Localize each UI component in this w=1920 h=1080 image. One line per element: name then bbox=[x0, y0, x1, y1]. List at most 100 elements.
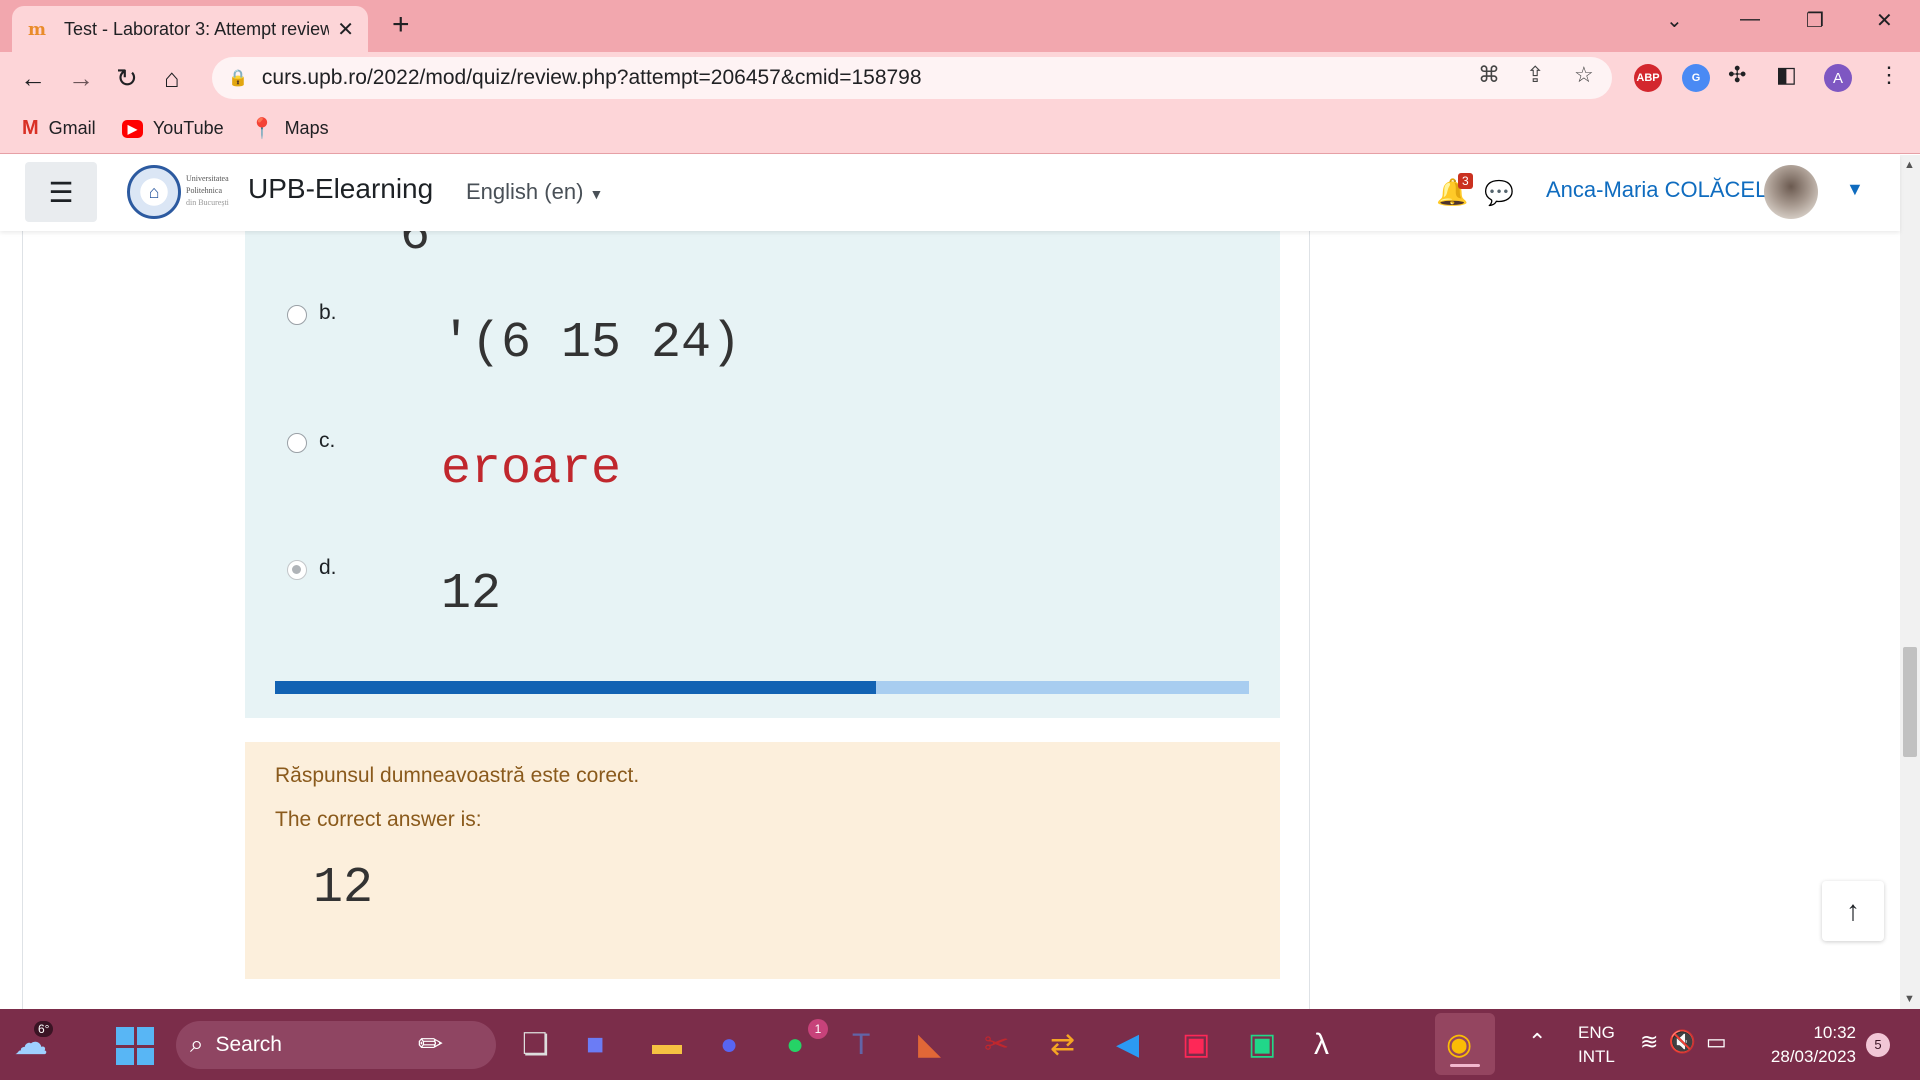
close-window-button[interactable]: ✕ bbox=[1876, 8, 1893, 33]
pycharm-icon[interactable]: ▣ bbox=[1248, 1025, 1276, 1065]
clock-time: 10:32 bbox=[1813, 1023, 1856, 1042]
extensions-puzzle-icon[interactable]: ✣ bbox=[1728, 62, 1746, 88]
address-bar[interactable]: 🔒 curs.upb.ro/2022/mod/quiz/review.php?a… bbox=[212, 57, 1612, 99]
page-scrollbar[interactable]: ▲ ▼ bbox=[1900, 155, 1920, 1009]
teams-chat-icon[interactable]: ■ bbox=[586, 1025, 604, 1065]
language-menu[interactable]: English (en) ▼ bbox=[466, 179, 603, 205]
bookmark-maps[interactable]: 📍 Maps bbox=[250, 116, 329, 141]
battery-icon[interactable]: ▭ bbox=[1706, 1029, 1737, 1054]
messages-chat-icon[interactable]: 💬 bbox=[1484, 179, 1514, 208]
matlab-icon[interactable]: ◣ bbox=[918, 1025, 941, 1065]
option-code: eroare bbox=[441, 441, 622, 498]
windows-start-icon[interactable] bbox=[116, 1027, 154, 1065]
correct-answer-value: 12 bbox=[313, 860, 374, 917]
bookmark-label: Gmail bbox=[48, 118, 96, 138]
tab-search-chevron-icon[interactable]: ⌄ bbox=[1666, 8, 1683, 33]
translate-icon[interactable]: ⌘ bbox=[1478, 62, 1500, 88]
search-icon: ⌕ bbox=[190, 1031, 204, 1058]
network-app-icon[interactable]: ⇄ bbox=[1050, 1025, 1075, 1065]
site-header: ☰ ⌂ Universitatea Politehnica din Bucure… bbox=[0, 155, 1900, 231]
weather-temperature: 6° bbox=[34, 1021, 54, 1037]
task-view-icon[interactable]: ❏ bbox=[522, 1025, 549, 1065]
intellij-icon[interactable]: ▣ bbox=[1182, 1025, 1210, 1065]
share-icon[interactable]: ⇪ bbox=[1526, 62, 1544, 88]
profile-avatar[interactable]: A bbox=[1824, 64, 1852, 92]
logo-text-line: Politehnica bbox=[186, 186, 222, 195]
new-tab-button[interactable]: + bbox=[392, 10, 410, 40]
university-logo-text: Universitatea Politehnica din București bbox=[186, 173, 229, 209]
wifi-icon[interactable]: ≋ bbox=[1640, 1029, 1668, 1054]
browser-tab[interactable]: m Test - Laborator 3: Attempt review ✕ bbox=[12, 6, 368, 52]
language-code: ENG bbox=[1578, 1023, 1615, 1042]
feedback-status: Răspunsul dumneavoastră este corect. bbox=[275, 764, 640, 787]
option-radio[interactable] bbox=[287, 433, 307, 453]
keyboard-layout: INTL bbox=[1578, 1047, 1615, 1066]
site-name[interactable]: UPB-Elearning bbox=[248, 173, 433, 205]
logisim-icon[interactable]: ✂ bbox=[984, 1025, 1009, 1065]
lock-icon[interactable]: 🔒 bbox=[228, 68, 248, 88]
back-to-top-button[interactable]: ↑ bbox=[1822, 881, 1884, 941]
bookmark-star-icon[interactable]: ☆ bbox=[1574, 62, 1594, 88]
option-code: '(6 15 24) bbox=[441, 315, 742, 372]
bookmark-label: YouTube bbox=[152, 118, 224, 138]
moodle-favicon-icon: m bbox=[28, 20, 46, 40]
racket-icon[interactable]: λ bbox=[1314, 1025, 1329, 1065]
option-radio-selected[interactable] bbox=[287, 560, 307, 580]
bookmark-label: Maps bbox=[284, 118, 329, 138]
bookmarks-bar: M Gmail ▶ YouTube 📍 Maps bbox=[0, 104, 1920, 154]
microsoft-teams-icon[interactable]: T bbox=[852, 1025, 870, 1065]
user-name[interactable]: Anca-Maria COLĂCEL bbox=[1546, 177, 1767, 203]
windows-taskbar: ☁ 6° ⌕ Search ✏ ❏ ■ ▬ ● ● 1 T ◣ ✂ ⇄ ◀ ▣ … bbox=[0, 1009, 1920, 1080]
quiz-progress-bar bbox=[275, 681, 1249, 694]
search-highlight-icon[interactable]: ✏ bbox=[418, 1025, 443, 1065]
option-letter: b. bbox=[319, 301, 337, 324]
back-button[interactable]: ← bbox=[20, 62, 46, 94]
previous-option-text: 6 bbox=[400, 231, 431, 264]
input-language-indicator[interactable]: ENG INTL bbox=[1578, 1021, 1615, 1069]
url-text: curs.upb.ro/2022/mod/quiz/review.php?att… bbox=[261, 66, 922, 89]
adblock-icon[interactable]: ABP bbox=[1634, 64, 1662, 92]
correct-answer-label: The correct answer is: bbox=[275, 808, 482, 831]
system-tray-icons[interactable]: ≋🔇▭ bbox=[1640, 1029, 1737, 1055]
logo-text-line: din București bbox=[186, 198, 229, 207]
user-avatar[interactable] bbox=[1764, 165, 1818, 219]
close-tab-icon[interactable]: ✕ bbox=[337, 17, 354, 42]
google-translate-icon[interactable]: G bbox=[1682, 64, 1710, 92]
university-logo[interactable]: ⌂ bbox=[127, 165, 181, 219]
taskbar-search[interactable]: ⌕ Search bbox=[176, 1021, 496, 1069]
menu-kebab-icon[interactable]: ⋮ bbox=[1878, 62, 1900, 88]
browser-tab-bar: m Test - Laborator 3: Attempt review ✕ +… bbox=[0, 0, 1920, 52]
option-radio[interactable] bbox=[287, 305, 307, 325]
chrome-icon[interactable]: ◉ bbox=[1446, 1025, 1472, 1065]
drawer-toggle-button[interactable]: ☰ bbox=[25, 162, 97, 222]
chrome-active-indicator bbox=[1450, 1064, 1480, 1067]
tab-title: Test - Laborator 3: Attempt review bbox=[64, 18, 330, 39]
minimize-button[interactable]: — bbox=[1740, 8, 1760, 31]
scroll-down-arrow-icon[interactable]: ▼ bbox=[1904, 993, 1915, 1005]
option-letter: d. bbox=[319, 556, 337, 579]
gmail-icon: M bbox=[22, 117, 39, 139]
whatsapp-icon[interactable]: ● bbox=[786, 1025, 804, 1065]
forward-button[interactable]: → bbox=[68, 62, 94, 94]
file-explorer-icon[interactable]: ▬ bbox=[652, 1025, 682, 1065]
show-hidden-icons-chevron-icon[interactable]: ⌃ bbox=[1528, 1029, 1546, 1055]
clock[interactable]: 10:32 28/03/2023 bbox=[1756, 1021, 1856, 1069]
volume-muted-icon[interactable]: 🔇 bbox=[1668, 1029, 1705, 1054]
feedback-box: Răspunsul dumneavoastră este corect. The… bbox=[245, 742, 1280, 979]
whatsapp-badge: 1 bbox=[808, 1019, 828, 1039]
user-menu-caret-icon[interactable]: ▼ bbox=[1846, 179, 1864, 200]
vscode-icon[interactable]: ◀ bbox=[1116, 1025, 1139, 1065]
search-label: Search bbox=[215, 1033, 282, 1056]
bookmark-gmail[interactable]: M Gmail bbox=[22, 117, 96, 140]
scrollbar-thumb[interactable] bbox=[1903, 647, 1917, 757]
discord-icon[interactable]: ● bbox=[720, 1025, 738, 1065]
notification-center-badge[interactable]: 5 bbox=[1866, 1033, 1890, 1057]
bookmark-youtube[interactable]: ▶ YouTube bbox=[121, 118, 224, 139]
logo-text-line: Universitatea bbox=[186, 174, 229, 183]
home-button[interactable]: ⌂ bbox=[164, 62, 180, 94]
reload-button[interactable]: ↻ bbox=[116, 62, 138, 94]
restore-button[interactable]: ❐ bbox=[1806, 8, 1824, 33]
scroll-up-arrow-icon[interactable]: ▲ bbox=[1904, 159, 1915, 171]
right-divider bbox=[1309, 231, 1310, 1009]
side-panel-icon[interactable]: ◧ bbox=[1776, 62, 1797, 88]
